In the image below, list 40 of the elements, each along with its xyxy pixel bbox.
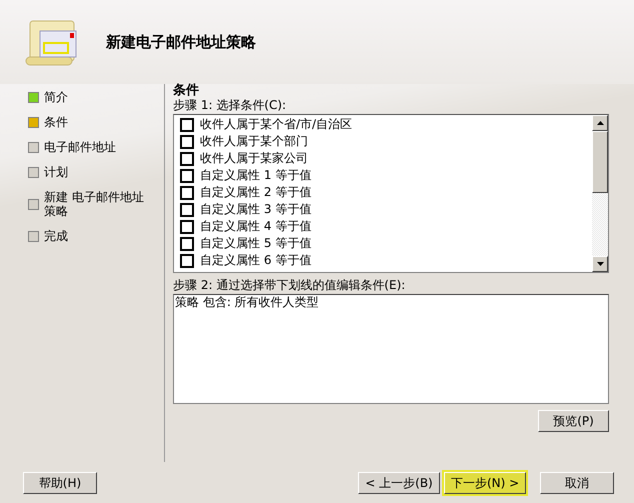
- preview-button[interactable]: 预览(P): [538, 410, 609, 432]
- help-button[interactable]: 帮助(H): [23, 472, 97, 494]
- condition-label[interactable]: 收件人属于某个省/市/自治区: [200, 116, 352, 133]
- wizard-button[interactable]: < 上一步(B): [358, 472, 440, 494]
- condition-label[interactable]: 收件人属于某家公司: [200, 150, 308, 167]
- condition-label[interactable]: 自定义属性 2 等于值: [200, 184, 312, 201]
- checkbox[interactable]: [180, 236, 194, 250]
- scroll-down-icon[interactable]: [592, 256, 608, 272]
- checkbox[interactable]: [180, 134, 194, 148]
- wizard-step: 电子邮件地址: [44, 140, 116, 154]
- checkbox[interactable]: [180, 186, 194, 200]
- condition-label[interactable]: 自定义属性 4 等于值: [200, 218, 312, 235]
- wizard-step: 完成: [44, 229, 68, 243]
- section-title: 条件: [173, 84, 200, 98]
- checkbox[interactable]: [180, 118, 194, 132]
- checkbox[interactable]: [180, 152, 194, 166]
- wizard-step: 计划: [44, 165, 68, 179]
- checkbox[interactable]: [180, 168, 194, 182]
- wizard-button[interactable]: 取消: [540, 472, 614, 494]
- checkbox[interactable]: [180, 254, 194, 268]
- condition-label[interactable]: 自定义属性 3 等于值: [200, 201, 312, 218]
- condition-label[interactable]: 收件人属于某个部门: [200, 133, 308, 150]
- scroll-thumb[interactable]: [592, 131, 608, 193]
- step-label: 步骤 1: 选择条件(C):: [173, 98, 288, 112]
- condition-editor[interactable]: 策略 包含: 所有收件人类型: [173, 294, 609, 404]
- checkbox[interactable]: [180, 220, 194, 234]
- condition-label[interactable]: 自定义属性 1 等于值: [200, 167, 312, 184]
- scrollbar[interactable]: [592, 115, 608, 272]
- step-label: 步骤 2: 通过选择带下划线的值编辑条件(E):: [173, 278, 406, 292]
- wizard-step: 新建 电子邮件地址策略: [44, 190, 154, 218]
- conditions-list[interactable]: 收件人属于某个省/市/自治区 收件人属于某个部门 收件人属于某家公司 自定义属性 1 等于值 自定义属性 2 等于值 自定义属性 3 等于值 自定义属性 4 等于值 自定义属性 5 等于值 自定义属性 6 等于值: [173, 114, 609, 273]
- wizard-title: 新建电子邮件地址策略: [106, 32, 256, 52]
- wizard-step: 条件: [44, 115, 68, 129]
- wizard-step: 简介: [44, 90, 68, 104]
- condition-label[interactable]: 自定义属性 6 等于值: [200, 252, 312, 269]
- condition-text: 策略 包含: 所有收件人类型: [175, 295, 319, 309]
- wizard-button[interactable]: 下一步(N) >: [444, 472, 526, 494]
- scroll-up-icon[interactable]: [592, 115, 608, 131]
- checkbox[interactable]: [180, 202, 194, 216]
- condition-label[interactable]: 自定义属性 5 等于值: [200, 235, 312, 252]
